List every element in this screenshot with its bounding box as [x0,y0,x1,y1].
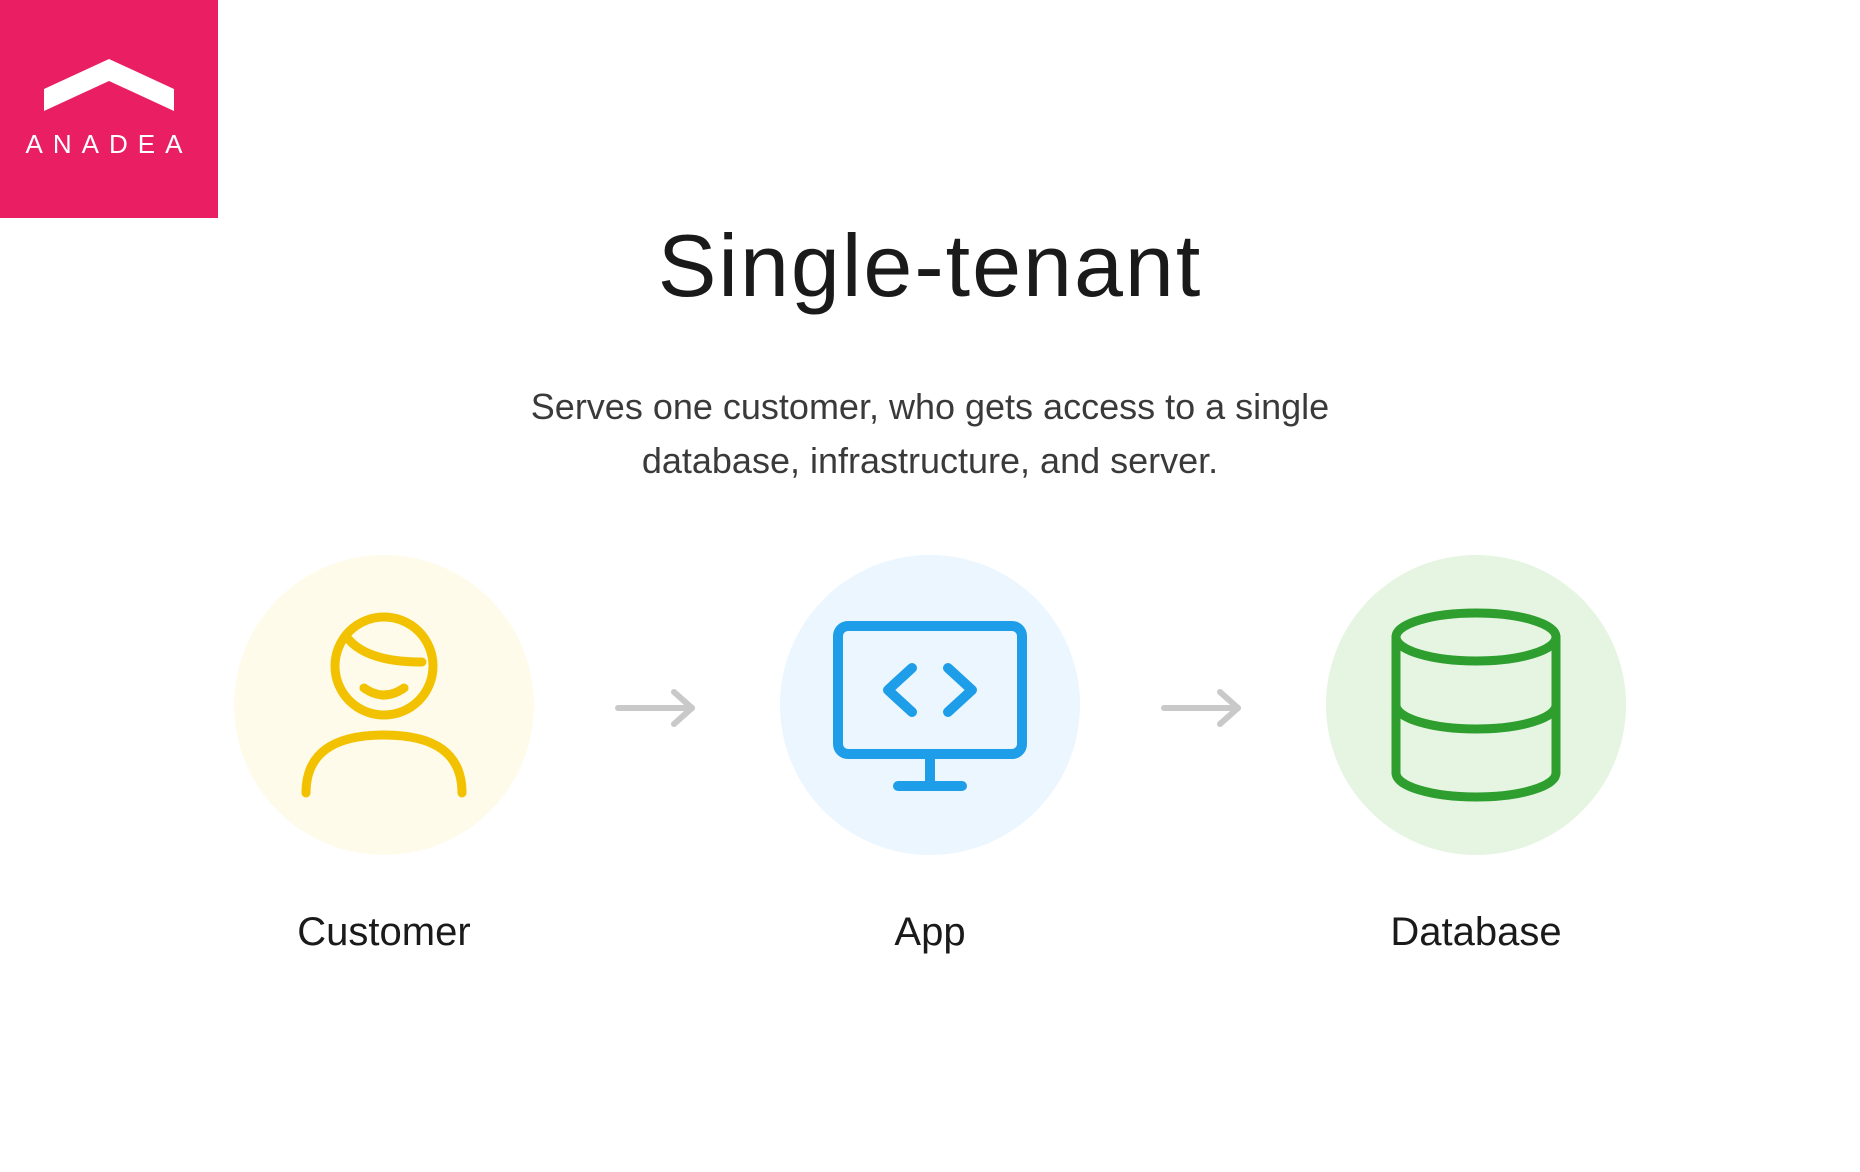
circle-customer [234,555,534,855]
node-customer: Customer [234,555,534,955]
app-icon [830,618,1030,793]
arrow-right-icon [1160,688,1246,728]
arrow-right-icon [614,688,700,728]
arrow-1 [614,688,700,728]
node-label-database: Database [1390,910,1561,955]
logo-chevron-icon [44,59,174,111]
circle-app [780,555,1080,855]
node-app: App [780,555,1080,955]
brand-logo: ANADEA [0,0,218,218]
customer-icon [294,610,474,800]
node-database: Database [1326,555,1626,955]
page-subtitle: Serves one customer, who gets access to … [480,380,1380,488]
database-icon [1386,605,1566,805]
diagram-flow: Customer App [0,555,1860,955]
page-title: Single-tenant [0,215,1860,317]
brand-name: ANADEA [26,129,193,160]
arrow-2 [1160,688,1246,728]
circle-database [1326,555,1626,855]
node-label-customer: Customer [297,910,470,955]
node-label-app: App [894,910,965,955]
